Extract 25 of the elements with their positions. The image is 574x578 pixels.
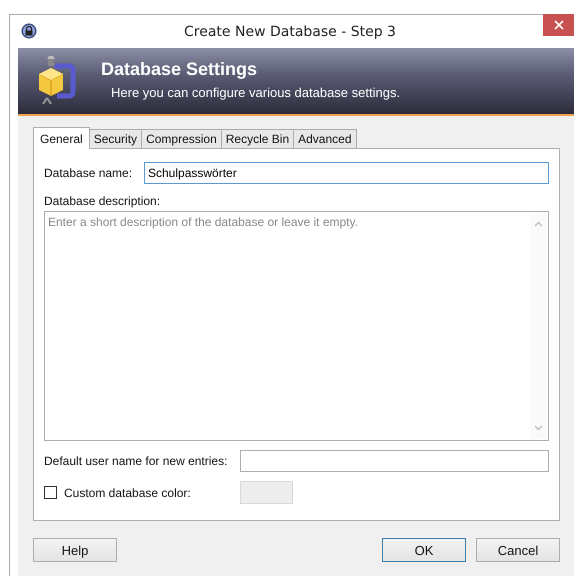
close-icon — [554, 20, 564, 30]
dialog-button[interactable]: Cancel — [476, 538, 560, 562]
tab[interactable]: Recycle Bin — [220, 129, 294, 148]
tab[interactable]: Security — [88, 129, 142, 148]
input-field[interactable]: Schulpasswörter — [144, 162, 549, 184]
tab[interactable]: General — [33, 127, 90, 149]
tab[interactable]: Advanced — [293, 129, 356, 148]
placeholder-text: Enter a short description of the database or leave it empty. — [48, 215, 358, 229]
window-title: Create New Database - Step 3 — [183, 24, 397, 40]
scrollbar[interactable] — [530, 213, 547, 439]
close-button[interactable] — [543, 14, 574, 36]
dialog-button[interactable]: OK — [382, 538, 466, 562]
dialog-button[interactable]: Help — [33, 538, 117, 562]
input-field[interactable] — [240, 450, 549, 472]
banner-title: Database Settings — [101, 58, 258, 80]
field-label: Database description: — [44, 194, 160, 208]
lock-icon — [21, 22, 37, 38]
color-swatch[interactable] — [240, 481, 293, 504]
description-field[interactable]: Enter a short description of the database or leave it empty. — [44, 211, 549, 441]
field-label: Default user name for new entries: — [44, 454, 228, 468]
checkbox[interactable] — [44, 486, 57, 499]
banner-subtitle: Here you can configure various database settings. — [111, 84, 400, 100]
checkbox-label: Custom database color: — [64, 486, 191, 500]
tab[interactable]: Compression — [141, 129, 222, 148]
field-label: Database name: — [44, 166, 134, 180]
